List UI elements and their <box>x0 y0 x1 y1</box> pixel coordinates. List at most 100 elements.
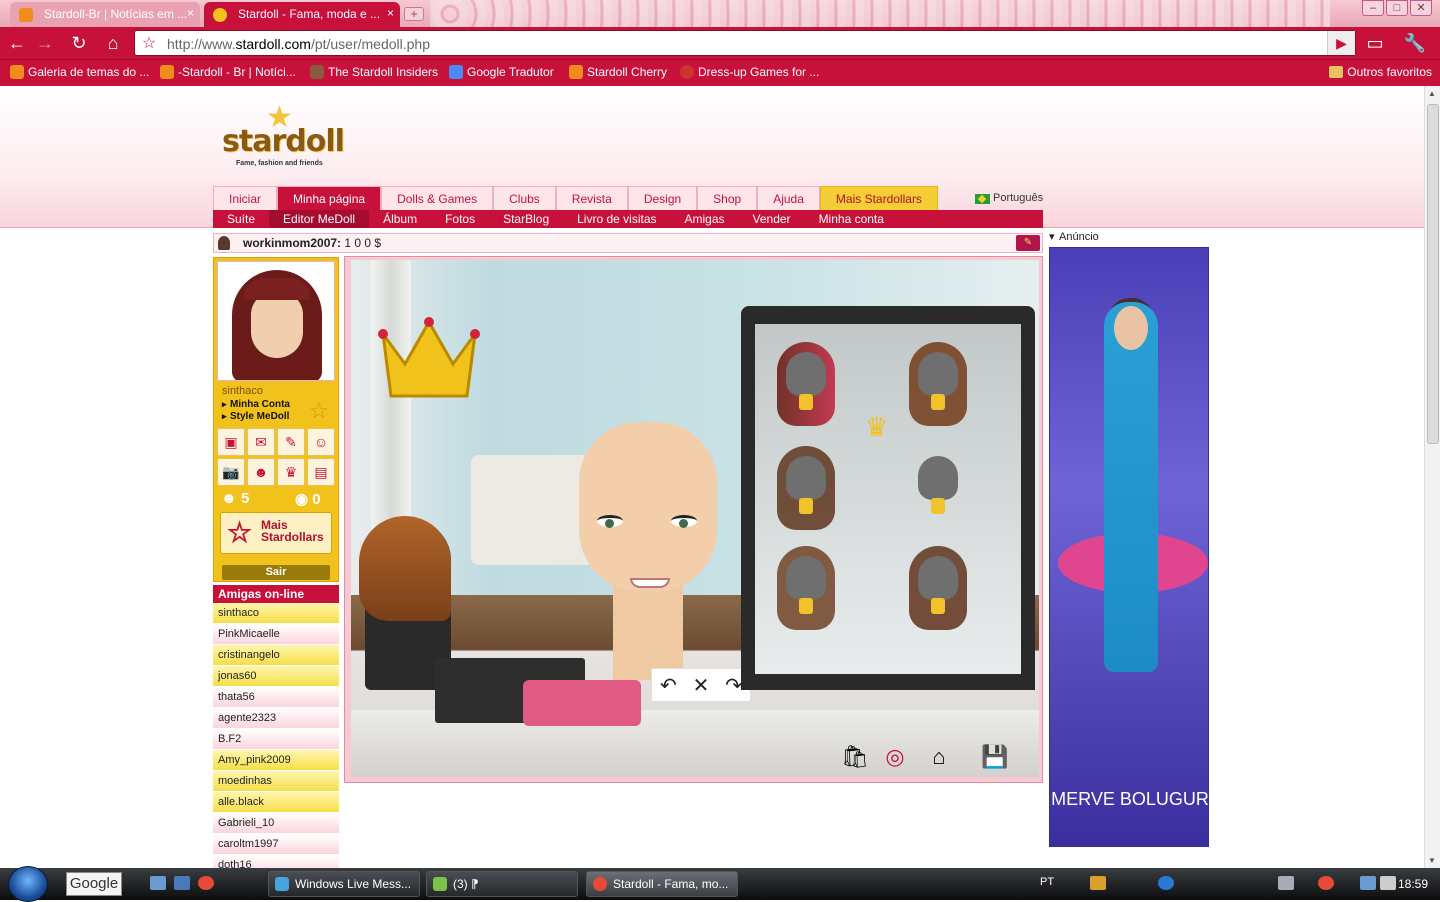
other-bookmarks[interactable]: Outros favoritos <box>1329 65 1432 79</box>
nav-minha-pagina[interactable]: Minha página <box>277 186 382 210</box>
link-minha-conta[interactable]: Minha Conta <box>222 399 290 410</box>
bookmark-item[interactable]: -Stardoll - Br | Notíci... <box>160 65 296 79</box>
bookmark-item[interactable]: Google Tradutor <box>449 65 554 79</box>
doll-icon[interactable]: ☻ <box>247 458 275 486</box>
home-button[interactable]: ⌂ <box>100 30 126 56</box>
subnav-amigas[interactable]: Amigas <box>671 210 739 228</box>
bookmark-star-icon[interactable]: ☆ <box>138 33 160 53</box>
profile-name[interactable]: sinthaco <box>222 385 263 397</box>
hair-style-braid[interactable] <box>905 542 971 638</box>
forward-button[interactable]: → <box>32 30 58 56</box>
page-scrollbar[interactable]: ▲ ▼ <box>1424 86 1440 868</box>
chrome-quicklaunch-icon[interactable] <box>198 876 214 890</box>
address-bar[interactable]: ☆ http://www.stardoll.com/pt/user/medoll… <box>134 30 1356 56</box>
friend-item[interactable]: PinkMicaelle <box>213 624 339 645</box>
link-style-medoll[interactable]: Style MeDoll <box>222 411 289 422</box>
input-language[interactable]: PT <box>1040 876 1054 888</box>
friend-item[interactable]: jonas60 <box>213 666 339 687</box>
network-icon[interactable] <box>1360 876 1376 890</box>
nav-ajuda[interactable]: Ajuda <box>757 186 820 210</box>
friend-item[interactable]: B.F2 <box>213 729 339 750</box>
tab-stardoll[interactable]: Stardoll - Fama, moda e ... × <box>204 2 400 27</box>
hair-style-red-straight[interactable] <box>773 338 839 434</box>
subnav-fotos[interactable]: Fotos <box>431 210 489 228</box>
bookmark-item[interactable]: Dress-up Games for ... <box>680 65 819 79</box>
hair-style-curly-brown[interactable] <box>905 338 971 434</box>
profile-doll-image[interactable] <box>217 261 335 381</box>
subnav-vender[interactable]: Vender <box>739 210 805 228</box>
friend-item[interactable]: cristinangelo <box>213 645 339 666</box>
nav-clubs[interactable]: Clubs <box>493 186 556 210</box>
edit-pencil-icon[interactable]: ✎ <box>1016 235 1040 251</box>
show-desktop-icon[interactable] <box>150 876 166 890</box>
taskbar-messenger-chat[interactable]: (3) ⁋ <box>426 871 578 897</box>
clock[interactable]: 18:59 <box>1398 877 1428 891</box>
friend-item[interactable]: Gabrieli_10 <box>213 813 339 834</box>
close-icon[interactable]: × <box>187 6 194 20</box>
subnav-minha-conta[interactable]: Minha conta <box>805 210 898 228</box>
scroll-thumb[interactable] <box>1427 104 1439 444</box>
camera-icon[interactable]: 📷 <box>217 458 245 486</box>
guestbook-icon[interactable]: ✉ <box>247 428 275 456</box>
play-icon[interactable] <box>1158 876 1174 890</box>
media-player-icon[interactable] <box>1090 876 1106 890</box>
friend-item[interactable]: caroltm1997 <box>213 834 339 855</box>
nav-revista[interactable]: Revista <box>555 186 628 210</box>
nav-shop[interactable]: Shop <box>697 186 758 210</box>
house-icon[interactable]: ⌂ <box>923 740 955 774</box>
tab-stardoll-br[interactable]: Stardoll-Br | Notícias em ... × <box>10 2 200 27</box>
pink-jewelry-box[interactable] <box>523 680 641 726</box>
blog-icon[interactable]: ✎ <box>277 428 305 456</box>
friend-item[interactable]: agente2323 <box>213 708 339 729</box>
crown-item[interactable] <box>375 304 483 404</box>
nav-mais-stardollars[interactable]: Mais Stardollars <box>819 186 938 210</box>
bookmark-item[interactable]: Stardoll Cherry <box>569 65 667 79</box>
reload-button[interactable]: ↻ <box>66 30 92 56</box>
save-icon[interactable]: 💾 <box>979 740 1011 774</box>
crown-icon[interactable]: ♛ <box>865 412 888 443</box>
google-toolbar[interactable]: Google <box>66 872 122 896</box>
friend-item[interactable]: doth16 <box>213 855 339 868</box>
friend-item[interactable]: alle.black <box>213 792 339 813</box>
subnav-livro-de-visitas[interactable]: Livro de visitas <box>563 210 670 228</box>
friend-item[interactable]: thata56 <box>213 687 339 708</box>
minimize-button[interactable]: – <box>1362 0 1384 16</box>
doll-head[interactable] <box>579 422 717 592</box>
nav-design[interactable]: Design <box>627 186 698 210</box>
back-button[interactable]: ← <box>4 30 30 56</box>
wig-hair-item[interactable] <box>359 516 451 621</box>
bookmark-item[interactable]: The Stardoll Insiders <box>310 65 438 79</box>
crown-icon[interactable]: ♛ <box>277 458 305 486</box>
close-window-button[interactable]: ✕ <box>1410 0 1432 16</box>
clear-icon[interactable]: ✕ <box>693 673 710 698</box>
redo-icon[interactable]: ↷ <box>725 673 742 698</box>
maximize-button[interactable]: □ <box>1386 0 1408 16</box>
volume-icon[interactable] <box>1380 876 1396 890</box>
advertisement[interactable]: MERVE BOLUGUR <box>1049 247 1209 847</box>
friend-item[interactable]: Amy_pink2009 <box>213 750 339 771</box>
scroll-up-icon[interactable]: ▲ <box>1428 89 1436 98</box>
nav-iniciar[interactable]: Iniciar <box>213 186 278 210</box>
taskbar-windows-live-messenger[interactable]: Windows Live Mess... <box>268 871 420 897</box>
subnav-editor-medoll[interactable]: Editor MeDoll <box>269 210 370 228</box>
subnav-suite[interactable]: Suíte <box>213 210 269 228</box>
new-tab-button[interactable]: + <box>404 7 424 21</box>
friends-icon[interactable]: ☺ <box>307 428 335 456</box>
shopping-bag-icon[interactable]: 🛍 <box>839 740 871 774</box>
tray-chrome-icon[interactable] <box>1318 876 1334 890</box>
undo-icon[interactable]: ↶ <box>660 673 677 698</box>
friend-item[interactable]: moedinhas <box>213 771 339 792</box>
tray-icon[interactable] <box>1278 876 1294 890</box>
switch-windows-icon[interactable] <box>174 876 190 890</box>
stardoll-logo[interactable]: ★ stardoll Fame, fashion and friends <box>222 101 345 168</box>
scroll-down-icon[interactable]: ▼ <box>1428 856 1436 865</box>
page-menu-icon[interactable]: ▭ <box>1362 30 1388 56</box>
hair-style-ponytail[interactable] <box>773 542 839 638</box>
nav-dolls-games[interactable]: Dolls & Games <box>381 186 494 210</box>
start-button[interactable] <box>8 866 48 902</box>
mirror-icon[interactable]: ◎ <box>879 740 911 774</box>
subnav-starblog[interactable]: StarBlog <box>489 210 563 228</box>
url-text[interactable]: http://www.stardoll.com/pt/user/medoll.p… <box>167 36 430 52</box>
hair-style-bald[interactable] <box>905 442 971 538</box>
star-icon[interactable]: ☆ <box>309 398 329 424</box>
